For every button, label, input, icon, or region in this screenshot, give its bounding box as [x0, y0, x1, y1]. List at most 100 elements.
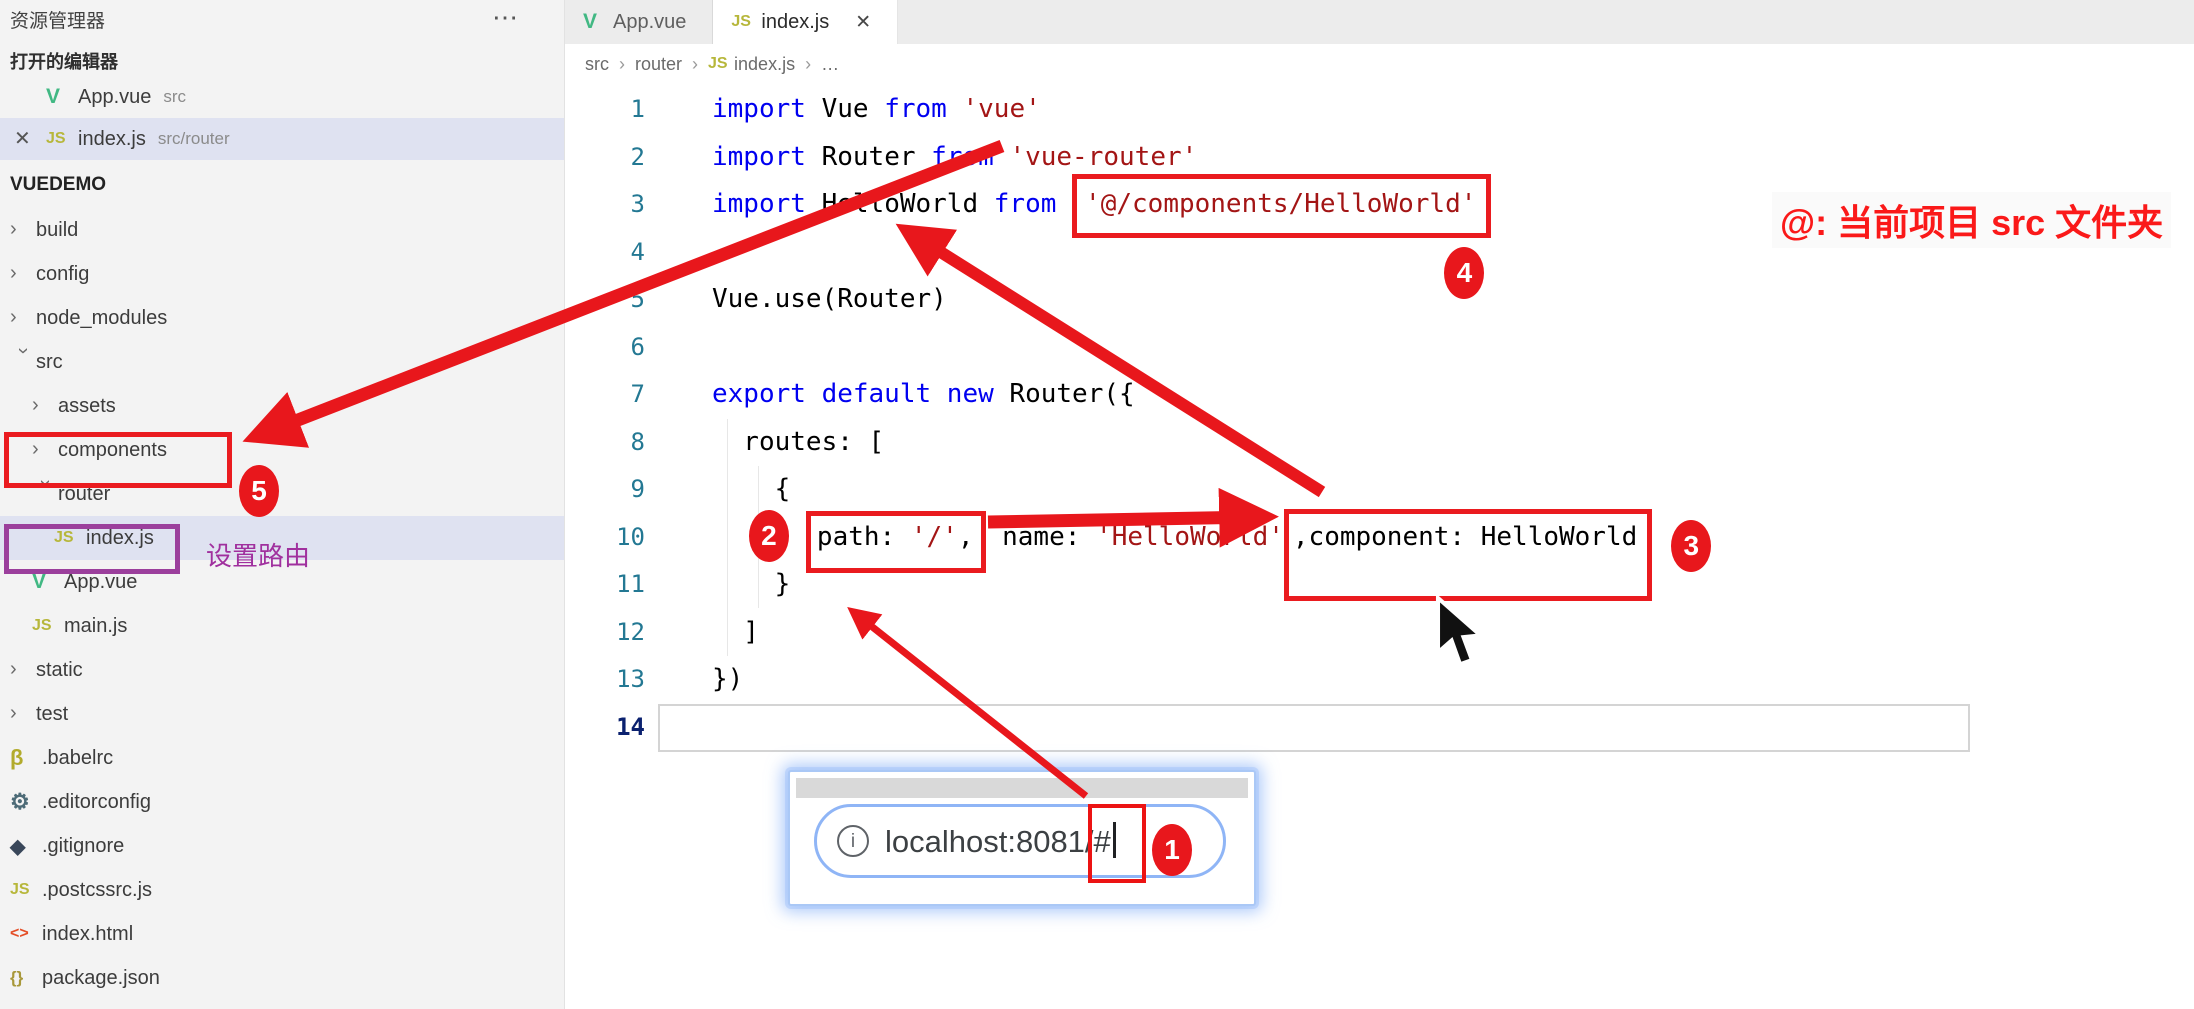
- annotation-box-b3: 3 ,component: HelloWorld: [1283, 508, 1712, 601]
- code-token: '/': [910, 521, 958, 552]
- tree-item-.editorconfig[interactable]: ⚙ .editorconfig: [0, 780, 564, 824]
- tree-item-test[interactable]: › test: [0, 692, 564, 736]
- tree-item-label: assets: [58, 394, 116, 417]
- code-text: 2 path: '/', name: 'HelloWorld' 3 ,componen…: [712, 508, 1712, 601]
- line-number: 6: [630, 332, 645, 361]
- code-line-9[interactable]: 9 {: [565, 466, 2194, 514]
- chevron-right-icon[interactable]: ›: [10, 262, 36, 285]
- tree-item-.postcssrc.js[interactable]: JS .postcssrc.js: [0, 868, 564, 912]
- tree-item-label: static: [36, 658, 83, 681]
- breadcrumb-item[interactable]: router: [635, 54, 682, 75]
- gear-icon: ⚙: [10, 789, 30, 814]
- vue-icon: V: [583, 10, 598, 33]
- open-editor-path: src/router: [157, 129, 230, 148]
- browser-topbar: [796, 778, 1248, 798]
- more-actions-icon[interactable]: ⋯: [492, 2, 520, 33]
- tree-item-node_modules[interactable]: › node_modules: [0, 296, 564, 340]
- tree-item-src[interactable]: › src: [0, 340, 564, 384]
- line-number: 12: [616, 617, 645, 646]
- breadcrumb-separator-icon: ›: [805, 53, 812, 74]
- code-token: import: [712, 189, 822, 219]
- line-number: 14: [616, 712, 645, 741]
- code-text: import Vue from 'vue': [712, 94, 1041, 124]
- line-number: 9: [630, 475, 645, 503]
- breadcrumb-item[interactable]: index.js: [734, 54, 795, 75]
- close-tab-icon[interactable]: ✕: [855, 11, 871, 34]
- open-editors-header[interactable]: 打开的编辑器: [0, 48, 564, 76]
- babel-icon: β: [10, 745, 24, 770]
- line-number: 10: [616, 522, 645, 551]
- annotation-box-b4: 4 '@/components/HelloWorld': [1072, 174, 1492, 299]
- browser-addressbar-inset: i localhost:8081/# 1: [788, 770, 1256, 906]
- code-text: }): [712, 664, 743, 694]
- tab-index.js[interactable]: JS index.js ✕: [713, 0, 899, 44]
- tree-item-package.json[interactable]: {} package.json: [0, 956, 564, 1000]
- code-token: import: [712, 94, 822, 124]
- line-number: 7: [630, 380, 645, 408]
- code-line-6[interactable]: 6: [565, 324, 2194, 372]
- code-line-8[interactable]: 8 routes: [: [565, 419, 2194, 467]
- js-icon: JS: [32, 617, 52, 634]
- code-token: HelloWorld: [821, 189, 994, 219]
- hash-route-segment: #: [1087, 804, 1146, 883]
- code-line-13[interactable]: 13}): [565, 656, 2194, 704]
- page-info-icon[interactable]: i: [837, 825, 869, 857]
- project-header[interactable]: VUEDEMO: [0, 164, 564, 208]
- chevron-right-icon[interactable]: ›: [10, 658, 36, 681]
- line-number: 13: [616, 665, 645, 693]
- indent-guide: [727, 419, 728, 656]
- tree-item-main.js[interactable]: JS main.js: [0, 604, 564, 648]
- annotation-box-components: 5: [4, 432, 279, 517]
- tree-item-index.html[interactable]: <> index.html: [0, 912, 564, 956]
- tree-item-label: .gitignore: [42, 834, 125, 857]
- alias-note: @: 当前项目 src 文件夹: [1772, 192, 2172, 248]
- code-line-5[interactable]: 5 Vue.use(Router): [565, 276, 2194, 324]
- annotation-circle-1: 1: [1152, 824, 1192, 876]
- chevron-right-icon[interactable]: ›: [10, 702, 36, 725]
- open-editor-label: App.vue: [78, 85, 152, 108]
- tree-item-label: .babelrc: [42, 746, 114, 769]
- tree-item-.babelrc[interactable]: β .babelrc: [0, 736, 564, 780]
- code-token: 'HelloWorld': [1096, 521, 1284, 552]
- breadcrumb-item[interactable]: …: [821, 54, 839, 75]
- chevron-right-icon[interactable]: ›: [10, 218, 36, 241]
- line-number: 4: [630, 237, 645, 266]
- code-line-1[interactable]: 1 import Vue from 'vue': [565, 86, 2194, 134]
- open-editor-item-App.vue[interactable]: V App.vue src: [0, 76, 564, 118]
- tab-App.vue[interactable]: V App.vue: [565, 0, 714, 44]
- tree-item-label: build: [36, 218, 79, 241]
- tree-item-.gitignore[interactable]: ◆ .gitignore: [0, 824, 564, 868]
- code-line-10[interactable]: 10 2 path: '/', name: 'HelloWorld' 3 ,compo…: [565, 508, 2194, 601]
- breadcrumb-item[interactable]: src: [585, 54, 609, 75]
- code-token: import: [712, 141, 822, 172]
- open-editor-label: index.js: [78, 127, 146, 150]
- open-editors-list: V App.vue src ✕ JS index.js src/router: [0, 76, 564, 160]
- open-editor-item-index.js[interactable]: ✕ JS index.js src/router: [0, 118, 564, 160]
- tab-label: index.js: [761, 10, 830, 33]
- code-text: import Router from 'vue-router': [712, 142, 1197, 172]
- tree-item-assets[interactable]: › assets: [0, 384, 564, 428]
- chevron-down-icon[interactable]: ›: [12, 347, 35, 373]
- code-token: Router: [821, 141, 932, 172]
- close-editor-icon[interactable]: ✕: [14, 126, 31, 151]
- code-line-7[interactable]: 7 export default new Router({: [565, 371, 2194, 419]
- line-number: 11: [616, 570, 645, 598]
- code-token: ,: [957, 521, 974, 552]
- line-number: 2: [630, 142, 645, 171]
- code-line-12[interactable]: 12 ]: [565, 609, 2194, 657]
- line-number: 5: [630, 285, 645, 313]
- vue-icon: V: [46, 85, 61, 108]
- annotation-circle-5: 5: [239, 465, 279, 517]
- chevron-right-icon[interactable]: ›: [10, 306, 36, 329]
- tree-item-build[interactable]: › build: [0, 208, 564, 252]
- code-lines: 1 import Vue from 'vue' 2 import Router fro…: [565, 86, 2194, 751]
- annotation-circle-2: 2: [748, 509, 789, 562]
- tree-item-config[interactable]: › config: [0, 252, 564, 296]
- code-token: 'vue-router': [1009, 141, 1198, 172]
- code-token: 'vue': [962, 94, 1041, 124]
- tree-item-static[interactable]: › static: [0, 648, 564, 692]
- js-icon: JS: [708, 55, 728, 72]
- breadcrumb[interactable]: src › router › JS index.js ›…: [585, 48, 839, 80]
- chevron-right-icon[interactable]: ›: [32, 394, 58, 417]
- tree-item-label: test: [36, 702, 69, 725]
